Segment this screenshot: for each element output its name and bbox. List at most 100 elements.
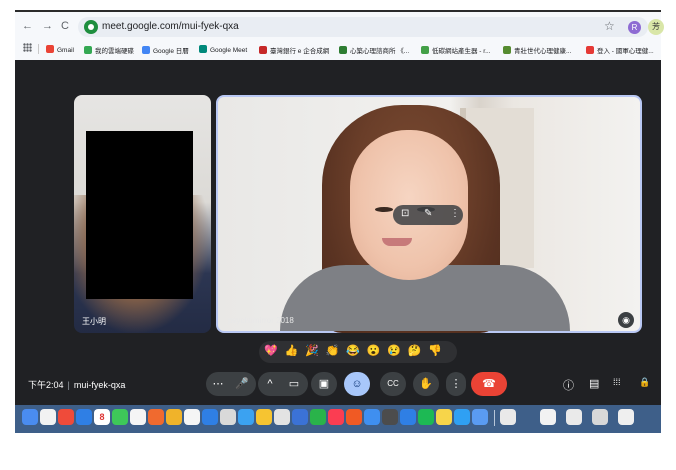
meeting-time: 下午2:04 bbox=[28, 380, 64, 390]
dock-app-icon[interactable] bbox=[40, 409, 56, 425]
dock-app-icon[interactable] bbox=[238, 409, 254, 425]
reload-icon[interactable]: C bbox=[61, 20, 69, 32]
apps-grid-icon[interactable] bbox=[23, 43, 32, 52]
bookmark-item[interactable]: 心築心理諮商所 《... bbox=[339, 45, 409, 55]
forward-icon[interactable]: → bbox=[42, 20, 53, 32]
mouth bbox=[382, 238, 412, 246]
bookmark-label: Gmail bbox=[57, 47, 74, 54]
dock-app-icon[interactable] bbox=[328, 409, 344, 425]
url-text[interactable]: meet.google.com/mui-fyek-qxa bbox=[102, 21, 239, 32]
hangup-button[interactable]: ☎ bbox=[471, 372, 507, 396]
bookmark-item[interactable]: 低碳網站產生器 - r... bbox=[421, 45, 491, 55]
dock-app-icon[interactable] bbox=[274, 409, 290, 425]
reaction-emoji[interactable]: 👏 bbox=[326, 344, 340, 357]
bookmark-favicon-icon bbox=[142, 46, 150, 54]
dock-app-icon[interactable] bbox=[58, 409, 74, 425]
bookmark-item[interactable]: 青壯世代心理健康... bbox=[503, 45, 571, 55]
back-icon[interactable]: ← bbox=[22, 20, 33, 32]
profile-avatar[interactable]: R bbox=[628, 21, 641, 34]
dock-app-icon[interactable] bbox=[400, 409, 416, 425]
dock-app-icon[interactable] bbox=[184, 409, 200, 425]
reaction-emoji[interactable]: 👎 bbox=[428, 344, 442, 357]
host-controls-icon[interactable]: 🔒 bbox=[639, 377, 650, 388]
chat-icon[interactable]: ▤ bbox=[589, 377, 599, 390]
reaction-emoji[interactable]: 😮 bbox=[367, 344, 381, 357]
tile-more-icon[interactable]: ⋮ bbox=[450, 208, 460, 219]
bookmark-favicon-icon bbox=[259, 46, 267, 54]
dock-app-icon[interactable] bbox=[436, 409, 452, 425]
reaction-emoji[interactable]: 💖 bbox=[264, 344, 278, 357]
dock-app-icon[interactable] bbox=[166, 409, 182, 425]
bookmark-favicon-icon bbox=[503, 46, 511, 54]
captions-button[interactable]: CC bbox=[380, 372, 406, 396]
dock-app-icon[interactable] bbox=[618, 409, 634, 425]
site-info-icon[interactable] bbox=[84, 20, 98, 34]
dock-app-icon[interactable] bbox=[220, 409, 236, 425]
participant-name: 王小明 bbox=[82, 317, 106, 326]
dock-app-icon[interactable] bbox=[500, 409, 516, 425]
bookmark-label: 青壯世代心理健康... bbox=[514, 48, 572, 55]
dock-app-icon[interactable]: 8 bbox=[94, 409, 110, 425]
dock-app-icon[interactable] bbox=[130, 409, 146, 425]
bookmark-star-icon[interactable]: ☆ bbox=[604, 19, 615, 33]
bookmark-item[interactable]: 我的雲端硬碟 bbox=[84, 45, 134, 55]
bookmark-label: 登入 - 國軍心理健... bbox=[597, 48, 654, 55]
reaction-emoji[interactable]: 😢 bbox=[387, 344, 401, 357]
meeting-code: mui-fyek-qxa bbox=[73, 380, 126, 390]
bookmark-label: 心築心理諮商所 《... bbox=[350, 48, 410, 55]
bookmark-favicon-icon bbox=[339, 46, 347, 54]
chevron-up-icon[interactable]: ^ bbox=[258, 372, 282, 396]
dock-app-icon[interactable] bbox=[76, 409, 92, 425]
dock-app-icon[interactable] bbox=[148, 409, 164, 425]
dock-app-icon[interactable] bbox=[346, 409, 362, 425]
dock-app-icon[interactable] bbox=[22, 409, 38, 425]
dock-app-icon[interactable] bbox=[472, 409, 488, 425]
dock-app-icon[interactable] bbox=[202, 409, 218, 425]
bookmark-item[interactable]: Google Meet bbox=[199, 45, 247, 54]
dock-app-icon[interactable] bbox=[382, 409, 398, 425]
reaction-emoji[interactable]: 😂 bbox=[346, 344, 360, 357]
dock-app-icon[interactable] bbox=[256, 409, 272, 425]
dock-app-icon[interactable] bbox=[292, 409, 308, 425]
bookmark-item[interactable]: Gmail bbox=[46, 45, 74, 54]
activities-icon[interactable]: ⁞⁞⁞ bbox=[613, 377, 621, 387]
more-options-icon[interactable]: ⋯ bbox=[206, 372, 230, 396]
reaction-button[interactable]: ☺ bbox=[344, 372, 370, 396]
dock-app-icon[interactable] bbox=[112, 409, 128, 425]
camera-icon[interactable]: ▭ bbox=[282, 372, 306, 396]
dock-app-icon[interactable] bbox=[454, 409, 470, 425]
framing-icon[interactable]: ⊡ bbox=[401, 208, 409, 219]
dock-app-icon[interactable] bbox=[592, 409, 608, 425]
more-vert-button[interactable]: ⋮ bbox=[446, 372, 466, 396]
bookmark-item[interactable]: Google 日曆 bbox=[142, 45, 189, 55]
account-avatar[interactable]: 芳 bbox=[648, 19, 664, 35]
bookmark-favicon-icon bbox=[199, 45, 207, 53]
bookmark-label: Google 日曆 bbox=[153, 48, 189, 55]
bookmark-favicon-icon bbox=[46, 45, 54, 53]
info-icon[interactable]: ⓘ bbox=[563, 377, 574, 393]
dock-app-icon[interactable] bbox=[364, 409, 380, 425]
pin-icon[interactable]: ◉ bbox=[618, 312, 634, 328]
bookmark-item[interactable]: 臺灣銀行 e 企合成網 bbox=[259, 45, 329, 55]
dock-separator bbox=[494, 410, 495, 426]
bookmark-favicon-icon bbox=[84, 46, 92, 54]
bookmark-favicon-icon bbox=[421, 46, 429, 54]
reaction-emoji[interactable]: 🤔 bbox=[408, 344, 422, 357]
bookmark-item[interactable]: 登入 - 國軍心理健... bbox=[586, 45, 654, 55]
reaction-emoji[interactable]: 🎉 bbox=[305, 344, 319, 357]
video-watermark: psychtimirror 2018 bbox=[228, 316, 294, 325]
redaction-box bbox=[86, 131, 193, 299]
microphone-icon[interactable]: 🎤 bbox=[230, 372, 254, 396]
effects-icon[interactable]: ✎ bbox=[424, 208, 432, 219]
dock-app-icon[interactable] bbox=[540, 409, 556, 425]
meeting-info: 下午2:04 | mui-fyek-qxa bbox=[28, 380, 126, 390]
bookmark-label: 我的雲端硬碟 bbox=[95, 48, 134, 55]
raise-hand-button[interactable]: ✋ bbox=[413, 372, 439, 396]
dock-app-icon[interactable] bbox=[310, 409, 326, 425]
present-button[interactable]: ▣ bbox=[311, 372, 337, 396]
left-eye bbox=[375, 207, 393, 212]
bookmark-label: 臺灣銀行 e 企合成網 bbox=[270, 48, 330, 55]
dock-app-icon[interactable] bbox=[566, 409, 582, 425]
reaction-emoji[interactable]: 👍 bbox=[285, 344, 299, 357]
dock-app-icon[interactable] bbox=[418, 409, 434, 425]
